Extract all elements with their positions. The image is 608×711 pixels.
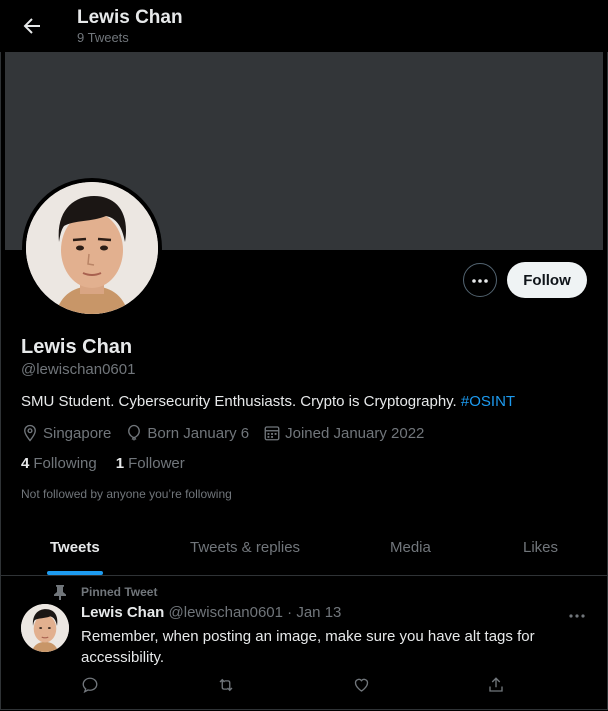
bio-text: SMU Student. Cybersecurity Enthusiasts. … xyxy=(21,393,461,410)
back-arrow-icon[interactable] xyxy=(20,14,44,38)
reply-icon[interactable] xyxy=(81,676,99,699)
tweet-author-name[interactable]: Lewis Chan xyxy=(81,604,164,621)
tab-likes[interactable]: Likes xyxy=(523,539,558,556)
heart-icon[interactable] xyxy=(352,676,371,699)
followers-count: 1 xyxy=(115,455,125,472)
tweet-header: Lewis Chan @lewischan0601 · Jan 13 xyxy=(81,604,341,621)
more-options-button[interactable] xyxy=(463,263,497,297)
header-title: Lewis Chan xyxy=(77,7,183,28)
following-label: Following xyxy=(33,455,97,472)
profile-name: Lewis Chan xyxy=(21,336,133,358)
follow-button[interactable]: Follow xyxy=(507,262,587,298)
tweet-actions xyxy=(0,676,608,700)
location-text: Singapore xyxy=(43,424,112,442)
joined-text: Joined January 2022 xyxy=(285,424,425,442)
following-link[interactable]: 4 Following xyxy=(21,455,97,472)
profile-header: Lewis Chan 9 Tweets xyxy=(0,0,608,52)
followers-label: Follower xyxy=(128,455,185,472)
retweet-icon[interactable] xyxy=(216,676,236,699)
bio-hashtag-link[interactable]: #OSINT xyxy=(461,393,515,410)
balloon-icon xyxy=(128,424,141,441)
meta-joined: Joined January 2022 xyxy=(263,424,424,442)
pin-icon xyxy=(54,585,66,600)
profile-meta: Singapore Born January 6 Joined January … xyxy=(21,423,438,443)
active-tab-indicator xyxy=(47,571,103,575)
not-followed-note: Not followed by anyone you’re following xyxy=(21,487,232,501)
tweet-separator: · xyxy=(283,604,297,621)
tab-tweets[interactable]: Tweets xyxy=(50,539,100,556)
profile-handle: @lewischan0601 xyxy=(21,361,136,378)
meta-birthday: Born January 6 xyxy=(125,424,249,442)
follow-counts: 4 Following 1 Follower xyxy=(21,455,204,472)
tweet-text: Remember, when posting an image, make su… xyxy=(81,628,535,666)
tweet-date[interactable]: Jan 13 xyxy=(296,604,341,621)
profile-tabs: Tweets Tweets & replies Media Likes xyxy=(0,520,608,576)
tab-media[interactable]: Media xyxy=(390,539,431,556)
pinned-text: Pinned Tweet xyxy=(81,585,158,599)
tweet-author-avatar[interactable] xyxy=(21,604,69,652)
pinned-tweet-label: Pinned Tweet xyxy=(53,584,157,600)
location-pin-icon xyxy=(24,424,36,442)
tweet-more-icon[interactable] xyxy=(568,606,586,624)
share-icon[interactable] xyxy=(487,676,505,699)
avatar-image xyxy=(26,182,158,314)
tweet-author-handle[interactable]: @lewischan0601 xyxy=(169,604,283,621)
profile-avatar[interactable] xyxy=(22,178,162,318)
birthday-text: Born January 6 xyxy=(147,424,250,442)
meta-location: Singapore xyxy=(21,424,111,442)
calendar-icon xyxy=(264,426,280,441)
ellipsis-icon xyxy=(471,271,489,289)
header-tweet-count: 9 Tweets xyxy=(77,30,129,45)
profile-bio: SMU Student. Cybersecurity Enthusiasts. … xyxy=(21,393,515,410)
followers-link[interactable]: 1 Follower xyxy=(116,455,185,472)
following-count: 4 xyxy=(21,455,30,472)
tab-tweets-and-replies[interactable]: Tweets & replies xyxy=(190,539,300,556)
